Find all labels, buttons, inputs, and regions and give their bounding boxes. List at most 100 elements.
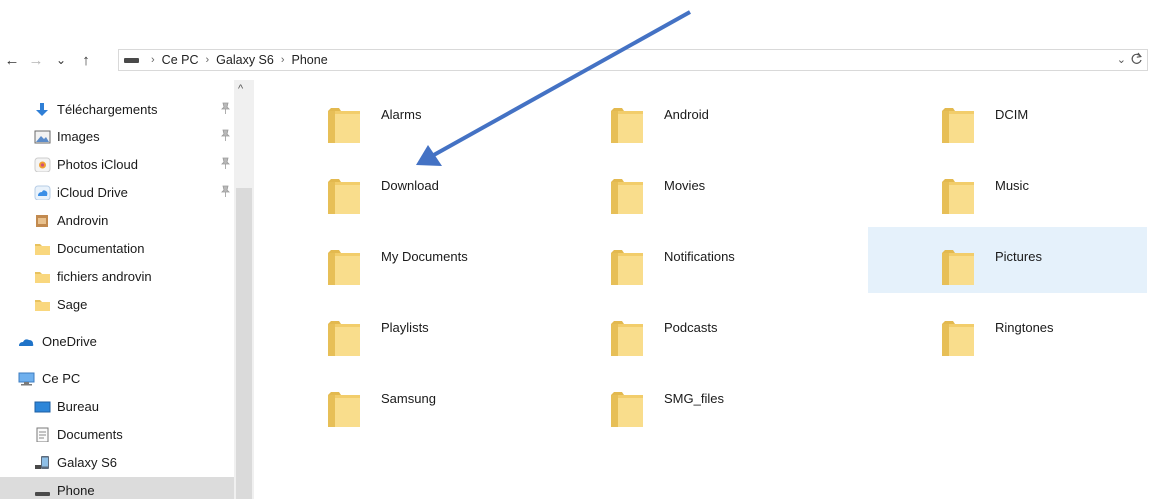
folder-item-my-documents[interactable]: My Documents [254, 227, 533, 293]
sidebar-item-fichiers-androvin[interactable]: fichiers androvin [0, 263, 234, 290]
folder-icon [35, 272, 50, 283]
folder-item-smg-files[interactable]: SMG_files [537, 369, 816, 435]
sidebar-item-ce-pc[interactable]: Ce PC [0, 365, 234, 392]
sidebar-item-documentation[interactable]: Documentation [0, 235, 234, 262]
drive-icon [124, 58, 139, 63]
folder-icon [611, 250, 643, 285]
scrollbar-thumb[interactable] [236, 188, 252, 499]
folder-name: Pictures [995, 249, 1042, 264]
computer-icon [18, 372, 35, 386]
sidebar-item-label: Sage [57, 297, 88, 312]
sidebar-scrollbar[interactable]: ^ [234, 80, 254, 499]
pin-icon[interactable] [220, 157, 230, 169]
storage-drive-icon [35, 492, 50, 496]
folder-name: Notifications [664, 249, 735, 264]
sidebar-item-bureau[interactable]: Bureau [0, 393, 234, 420]
desktop-icon [34, 401, 51, 413]
folder-icon [35, 244, 50, 255]
folder-icon [328, 321, 360, 356]
scroll-up-chevron-icon[interactable]: ^ [238, 83, 243, 95]
folder-icon [942, 250, 974, 285]
folder-icon [611, 321, 643, 356]
sidebar-item-icloud-drive[interactable]: iCloud Drive [0, 179, 234, 206]
sidebar-item-phone[interactable]: Phone [0, 477, 234, 499]
sidebar-item-label: Phone [57, 483, 95, 498]
breadcrumb-ce-pc[interactable]: Ce PC [161, 53, 200, 67]
navigation-bar: ← → ⌄ ↑ › Ce PC › Galaxy S6 › Phone ⌄ [0, 47, 1154, 73]
sidebar-item-label: Ce PC [42, 371, 81, 386]
androvin-folder-icon [36, 215, 48, 227]
breadcrumb-separator-icon[interactable]: › [206, 54, 210, 66]
folder-icon [328, 392, 360, 427]
breadcrumb-separator-icon[interactable]: › [281, 54, 285, 66]
folder-item-movies[interactable]: Movies [537, 156, 816, 222]
folder-icon [942, 108, 974, 143]
breadcrumb-phone[interactable]: Phone [291, 53, 329, 67]
folder-name: Samsung [381, 391, 436, 406]
refresh-icon[interactable] [1130, 52, 1143, 66]
sidebar-item-label: Bureau [57, 399, 99, 414]
sidebar-item-label: Androvin [57, 213, 109, 228]
folder-item-dcim[interactable]: DCIM [868, 85, 1147, 151]
folder-name: SMG_files [664, 391, 724, 406]
sidebar-item-sage[interactable]: Sage [0, 291, 234, 318]
navigation-pane: Téléchargements Images Photos iCloud iCloud… [0, 80, 254, 499]
address-bar[interactable]: › Ce PC › Galaxy S6 › Phone ⌄ [118, 49, 1148, 71]
folder-name: DCIM [995, 107, 1029, 122]
folder-item-samsung[interactable]: Samsung [254, 369, 533, 435]
breadcrumb: › Ce PC › Galaxy S6 › Phone [145, 53, 329, 67]
sidebar-item-t-l-chargements[interactable]: Téléchargements [0, 96, 234, 123]
recent-locations-chevron-icon[interactable]: ⌄ [52, 50, 70, 70]
folder-item-notifications[interactable]: Notifications [537, 227, 816, 293]
folder-name: Movies [664, 178, 706, 193]
sidebar-item-photos-icloud[interactable]: Photos iCloud [0, 151, 234, 178]
folder-item-pictures[interactable]: Pictures [868, 227, 1147, 293]
sidebar-item-label: Images [57, 129, 100, 144]
folder-name: My Documents [381, 249, 468, 264]
folder-icon [328, 108, 360, 143]
folder-name: Download [381, 178, 439, 193]
pin-icon[interactable] [220, 102, 230, 114]
sidebar-item-label: Documents [57, 427, 123, 442]
folder-icon [328, 179, 360, 214]
breadcrumb-separator-icon[interactable]: › [151, 54, 155, 66]
up-arrow-icon[interactable]: ↑ [77, 50, 95, 70]
pin-icon[interactable] [220, 185, 230, 197]
icloud-drive-icon [34, 185, 51, 200]
folder-name: Music [995, 178, 1029, 193]
folder-name: Android [664, 107, 709, 122]
sidebar-item-label: Galaxy S6 [57, 455, 117, 470]
folder-name: Playlists [381, 320, 429, 335]
sidebar-item-galaxy-s6[interactable]: Galaxy S6 [0, 449, 234, 476]
sidebar-item-onedrive[interactable]: OneDrive [0, 328, 234, 355]
address-dropdown-chevron-icon[interactable]: ⌄ [1117, 53, 1126, 66]
forward-arrow-icon[interactable]: → [27, 50, 45, 70]
sidebar-item-images[interactable]: Images [0, 123, 234, 150]
folder-item-download[interactable]: Download [254, 156, 533, 222]
folder-icon [611, 392, 643, 427]
sidebar-item-label: Photos iCloud [57, 157, 138, 172]
folder-icon [611, 108, 643, 143]
folder-icon [942, 179, 974, 214]
onedrive-cloud-icon [19, 339, 34, 346]
breadcrumb-galaxy-s6[interactable]: Galaxy S6 [215, 53, 275, 67]
folder-name: Ringtones [995, 320, 1054, 335]
photos-icloud-icon [34, 157, 51, 172]
folder-item-android[interactable]: Android [537, 85, 816, 151]
folder-item-music[interactable]: Music [868, 156, 1147, 222]
sidebar-item-androvin[interactable]: Androvin [0, 207, 234, 234]
folder-item-playlists[interactable]: Playlists [254, 298, 533, 364]
folder-name: Podcasts [664, 320, 718, 335]
folder-item-alarms[interactable]: Alarms [254, 85, 533, 151]
folder-item-ringtones[interactable]: Ringtones [868, 298, 1147, 364]
folder-icon [611, 179, 643, 214]
folder-icon [942, 321, 974, 356]
images-icon [34, 130, 51, 144]
sidebar-item-documents[interactable]: Documents [0, 421, 234, 448]
documents-icon [36, 427, 49, 442]
folder-icon [328, 250, 360, 285]
folder-item-podcasts[interactable]: Podcasts [537, 298, 816, 364]
back-arrow-icon[interactable]: ← [3, 50, 21, 70]
pin-icon[interactable] [220, 129, 230, 141]
sidebar-item-label: Téléchargements [57, 102, 158, 117]
